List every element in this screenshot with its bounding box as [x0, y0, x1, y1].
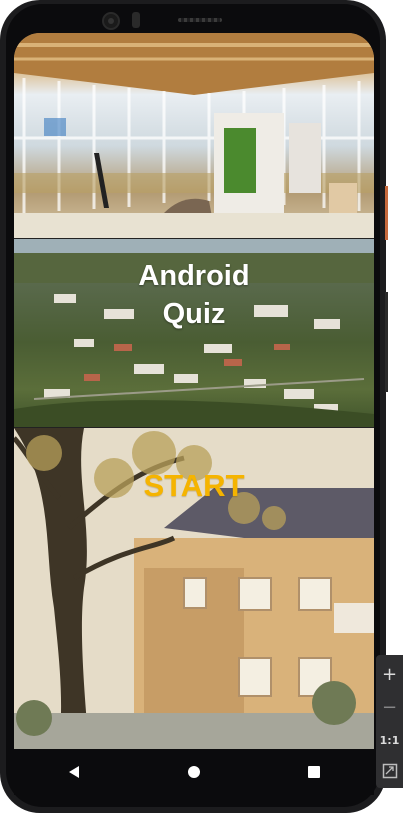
- app-title: Android Quiz: [138, 260, 250, 330]
- app-screen: Android Quiz START: [14, 33, 374, 749]
- zoom-in-button[interactable]: +: [376, 659, 403, 689]
- fit-screen-button[interactable]: [376, 756, 403, 786]
- volume-button: [385, 292, 388, 392]
- emulator-zoom-panel: + − 1:1: [376, 655, 403, 788]
- home-circle-icon: [188, 766, 200, 778]
- back-triangle-icon: [69, 766, 79, 778]
- system-nav-bar: [14, 749, 374, 795]
- fit-screen-icon: [382, 763, 397, 779]
- zoom-in-label: +: [381, 663, 398, 685]
- actual-size-button[interactable]: 1:1: [376, 725, 403, 755]
- recents-square-icon: [308, 766, 320, 778]
- recents-button[interactable]: [284, 752, 344, 792]
- front-camera: [102, 12, 120, 30]
- gallery-image: [14, 33, 374, 238]
- earpiece-speaker: [178, 18, 222, 22]
- zoom-out-button[interactable]: −: [376, 692, 403, 722]
- proximity-sensor: [132, 12, 140, 28]
- start-button[interactable]: START: [124, 466, 264, 506]
- back-button[interactable]: [44, 752, 104, 792]
- zoom-out-label: −: [381, 696, 398, 718]
- house-image: START: [14, 428, 374, 749]
- actual-size-label: 1:1: [379, 733, 400, 747]
- town-aerial-image: Android Quiz: [14, 239, 374, 427]
- power-button: [385, 186, 388, 240]
- home-button[interactable]: [164, 752, 224, 792]
